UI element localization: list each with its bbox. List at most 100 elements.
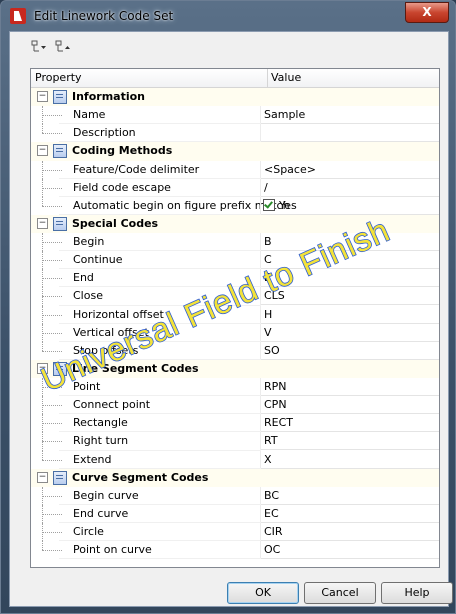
- property-value-cell[interactable]: E: [261, 269, 439, 288]
- property-row[interactable]: Horizontal offset H: [31, 305, 439, 324]
- property-value-cell[interactable]: EC: [261, 505, 439, 523]
- property-row[interactable]: Point RPN: [31, 378, 439, 397]
- property-value: Yes: [279, 198, 297, 212]
- property-row[interactable]: Feature/Code delimiter <Space>: [31, 160, 439, 179]
- property-label: Rectangle: [73, 416, 128, 430]
- tree-branch: [42, 332, 62, 334]
- property-value-cell[interactable]: CLS: [261, 287, 439, 306]
- property-label: Close: [73, 289, 103, 303]
- property-label: Continue: [73, 253, 123, 267]
- collapse-all-icon[interactable]: [54, 40, 72, 56]
- property-value-cell[interactable]: H: [261, 306, 439, 324]
- property-label: Vertical offset: [73, 325, 149, 339]
- property-value-cell[interactable]: RT: [261, 432, 439, 451]
- property-label: Circle: [73, 525, 104, 538]
- property-label: Point on curve: [73, 543, 152, 557]
- header-value[interactable]: Value: [271, 71, 301, 84]
- tree-branch: [42, 314, 62, 316]
- ok-button[interactable]: OK: [227, 582, 299, 604]
- tree-branch: [42, 495, 62, 497]
- title-bar[interactable]: Edit Linework Code Set X: [1, 1, 455, 31]
- property-value-cell[interactable]: OC: [261, 541, 439, 560]
- category-row[interactable]: − Curve Segment Codes: [31, 468, 439, 487]
- tree-branch: [42, 278, 62, 280]
- property-value-cell[interactable]: V: [261, 324, 439, 342]
- collapse-icon[interactable]: −: [37, 217, 48, 229]
- tree-line: [42, 541, 44, 551]
- collapse-icon[interactable]: −: [37, 145, 48, 157]
- property-value-cell[interactable]: /: [261, 179, 439, 197]
- property-value-cell[interactable]: [261, 124, 439, 143]
- property-row[interactable]: Extend X: [31, 450, 439, 469]
- property-label: Horizontal offset: [73, 307, 164, 321]
- property-row[interactable]: Close CLS: [31, 287, 439, 306]
- cancel-button[interactable]: Cancel: [304, 582, 376, 604]
- property-row[interactable]: Vertical offset V: [31, 323, 439, 342]
- property-row[interactable]: Description: [31, 124, 439, 143]
- property-row[interactable]: Begin B: [31, 233, 439, 252]
- tree-branch: [42, 387, 62, 388]
- property-label: Name: [73, 108, 106, 122]
- property-label: Description: [73, 126, 136, 140]
- column-resize-handle[interactable]: [267, 69, 268, 87]
- property-value-cell[interactable]: CPN: [261, 396, 439, 415]
- property-value-cell[interactable]: Sample: [261, 106, 439, 125]
- property-value-cell[interactable]: <Space>: [261, 161, 439, 179]
- property-row[interactable]: Stop offsets SO: [31, 341, 439, 361]
- help-button[interactable]: Help: [381, 582, 453, 604]
- property-row[interactable]: Automatic begin on figure prefix match Ye…: [31, 196, 439, 216]
- tree-branch: [42, 350, 62, 352]
- tree-branch: [42, 513, 62, 515]
- collapse-icon[interactable]: −: [37, 362, 48, 374]
- property-row[interactable]: Rectangle RECT: [31, 414, 439, 433]
- property-row[interactable]: Circle CIR: [31, 523, 439, 542]
- property-label: Begin: [73, 235, 105, 248]
- property-value: Sample: [264, 108, 306, 122]
- property-value-cell[interactable]: RPN: [261, 378, 439, 396]
- property-row[interactable]: End curve EC: [31, 504, 439, 524]
- close-button[interactable]: X: [405, 2, 449, 23]
- property-row[interactable]: Name Sample: [31, 106, 439, 125]
- collapse-icon[interactable]: −: [37, 91, 48, 102]
- property-value: EC: [264, 506, 279, 520]
- property-row[interactable]: Field code escape /: [31, 178, 439, 197]
- header-property[interactable]: Property: [35, 71, 82, 84]
- property-grid[interactable]: Property Value − Information Name Sample Des…: [30, 68, 440, 568]
- dialog-body: Property Value − Information Name Sample Des…: [9, 31, 453, 607]
- property-row[interactable]: Right turn RT: [31, 432, 439, 451]
- app-icon: [10, 8, 26, 24]
- property-value-cell[interactable]: X: [261, 451, 439, 469]
- property-value: CIR: [264, 525, 283, 538]
- tree-branch: [42, 423, 62, 425]
- property-label: End: [73, 271, 94, 285]
- window-title: Edit Linework Code Set: [34, 9, 174, 23]
- property-value: B: [264, 235, 272, 248]
- category-row[interactable]: − Coding Methods: [31, 142, 439, 161]
- property-row[interactable]: Continue C: [31, 251, 439, 270]
- tree-line: [42, 341, 44, 351]
- property-value: CPN: [264, 398, 287, 412]
- collapse-icon[interactable]: −: [37, 471, 48, 483]
- category-icon: [53, 144, 67, 159]
- property-value-cell[interactable]: C: [261, 251, 439, 270]
- expand-all-icon[interactable]: [30, 40, 48, 56]
- category-row[interactable]: − Line Segment Codes: [31, 359, 439, 378]
- property-value-cell[interactable]: RECT: [261, 414, 439, 433]
- property-value-cell[interactable]: SO: [261, 342, 439, 360]
- property-value-cell[interactable]: B: [261, 233, 439, 251]
- tree-branch: [42, 169, 62, 171]
- property-row[interactable]: Begin curve BC: [31, 486, 439, 506]
- category-row[interactable]: − Information: [31, 88, 439, 107]
- property-row[interactable]: Connect point CPN: [31, 396, 439, 415]
- checkbox[interactable]: [263, 198, 275, 211]
- property-row[interactable]: Point on curve OC: [31, 541, 439, 560]
- category-label: Information: [72, 90, 145, 103]
- property-value-cell[interactable]: BC: [261, 487, 439, 505]
- property-value: OC: [264, 543, 281, 557]
- property-value-cell[interactable]: Yes: [261, 197, 439, 215]
- tree-branch: [42, 405, 62, 407]
- property-value-cell[interactable]: CIR: [261, 523, 439, 541]
- category-row[interactable]: − Special Codes: [31, 214, 439, 233]
- property-row[interactable]: End E: [31, 269, 439, 288]
- grid-rows: − Information Name Sample Description − Coding…: [31, 88, 439, 560]
